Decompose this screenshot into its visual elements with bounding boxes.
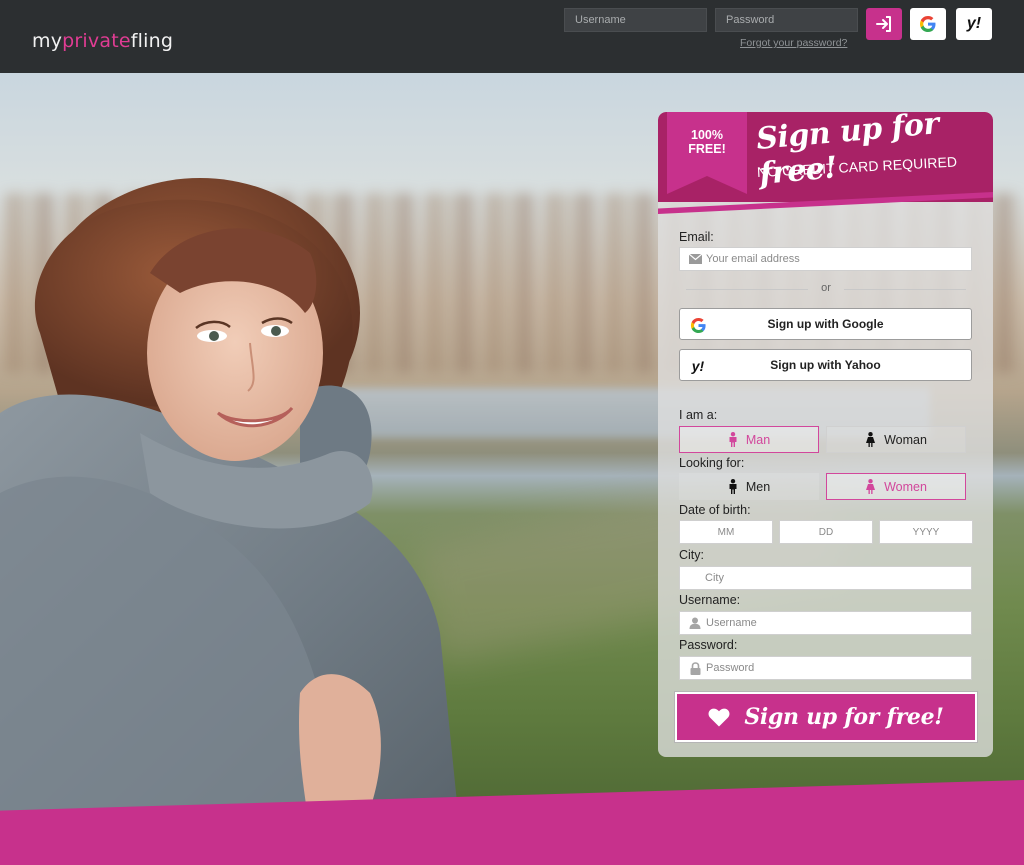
logo-text-fling: fling [130, 30, 174, 52]
person-woman-icon [865, 479, 876, 494]
or-text: or [821, 282, 831, 294]
site-logo[interactable]: myprivatefling [32, 30, 173, 52]
username-placeholder: Username [706, 617, 757, 629]
logo-text-my: my [32, 30, 63, 52]
yahoo-icon: y! [966, 15, 982, 32]
yahoo-icon-text: y! [691, 358, 705, 374]
login-button[interactable] [866, 8, 902, 40]
person-man-icon [728, 479, 738, 494]
header-yahoo-login-button[interactable]: y! [956, 8, 992, 40]
women-option-label: Women [884, 479, 927, 494]
person-man-icon [728, 432, 738, 447]
header-username-input[interactable] [564, 8, 707, 32]
city-input[interactable]: City [679, 566, 972, 590]
signup-submit-button[interactable]: Sign up for free! [675, 692, 977, 742]
or-divider: or [686, 282, 966, 296]
woman-photo [0, 178, 460, 833]
logo-text-private: private [62, 30, 131, 52]
google-icon [920, 16, 936, 32]
i-am-man-option[interactable]: Man [679, 426, 819, 453]
password-label: Password: [679, 638, 738, 652]
submit-label: Sign up for free! [744, 704, 944, 730]
i-am-label: I am a: [679, 408, 718, 422]
ribbon-line-2: FREE! [688, 142, 726, 156]
heart-icon [708, 708, 730, 726]
woman-option-label: Woman [884, 432, 927, 447]
signup-google-button[interactable]: Sign up with Google [679, 308, 972, 340]
dob-label: Date of birth: [679, 503, 751, 517]
email-input[interactable]: Your email address [679, 247, 972, 271]
man-option-label: Man [745, 432, 771, 447]
header-google-login-button[interactable] [910, 8, 946, 40]
person-woman-icon [865, 432, 876, 447]
free-ribbon-text: 100% FREE! [667, 128, 747, 156]
google-button-label: Sign up with Google [767, 317, 884, 331]
login-arrow-icon [876, 16, 891, 32]
password-placeholder: Password [706, 662, 755, 674]
looking-for-women-option[interactable]: Women [826, 473, 966, 500]
signup-yahoo-button[interactable]: y! Sign up with Yahoo [679, 349, 972, 381]
dob-day-input[interactable]: DD [779, 520, 873, 544]
username-input[interactable]: Username [679, 611, 972, 635]
top-header: myprivatefling Forgot your password? y! [0, 0, 1024, 73]
dob-year-input[interactable]: YYYY [879, 520, 973, 544]
yahoo-button-label: Sign up with Yahoo [770, 358, 881, 372]
user-icon [688, 616, 702, 630]
looking-for-label: Looking for: [679, 456, 745, 470]
looking-for-men-option[interactable]: Men [679, 473, 819, 500]
yahoo-icon: y! [689, 357, 707, 375]
password-input[interactable]: Password [679, 656, 972, 680]
google-icon [689, 316, 707, 334]
i-am-woman-option[interactable]: Woman [826, 426, 966, 453]
forgot-password-link[interactable]: Forgot your password? [740, 37, 847, 49]
username-label: Username: [679, 593, 741, 607]
ribbon-line-1: 100% [691, 128, 723, 142]
city-placeholder: City [705, 572, 724, 584]
header-password-input[interactable] [715, 8, 858, 32]
lock-icon [688, 661, 702, 675]
dob-month-input[interactable]: MM [679, 520, 773, 544]
signup-panel: 100% FREE! Sign up for free! NO CREDIT C… [658, 112, 993, 757]
city-label: City: [679, 548, 704, 562]
envelope-icon [688, 252, 702, 266]
men-option-label: Men [745, 479, 771, 494]
email-label: Email: [679, 230, 714, 244]
email-placeholder: Your email address [706, 253, 800, 265]
